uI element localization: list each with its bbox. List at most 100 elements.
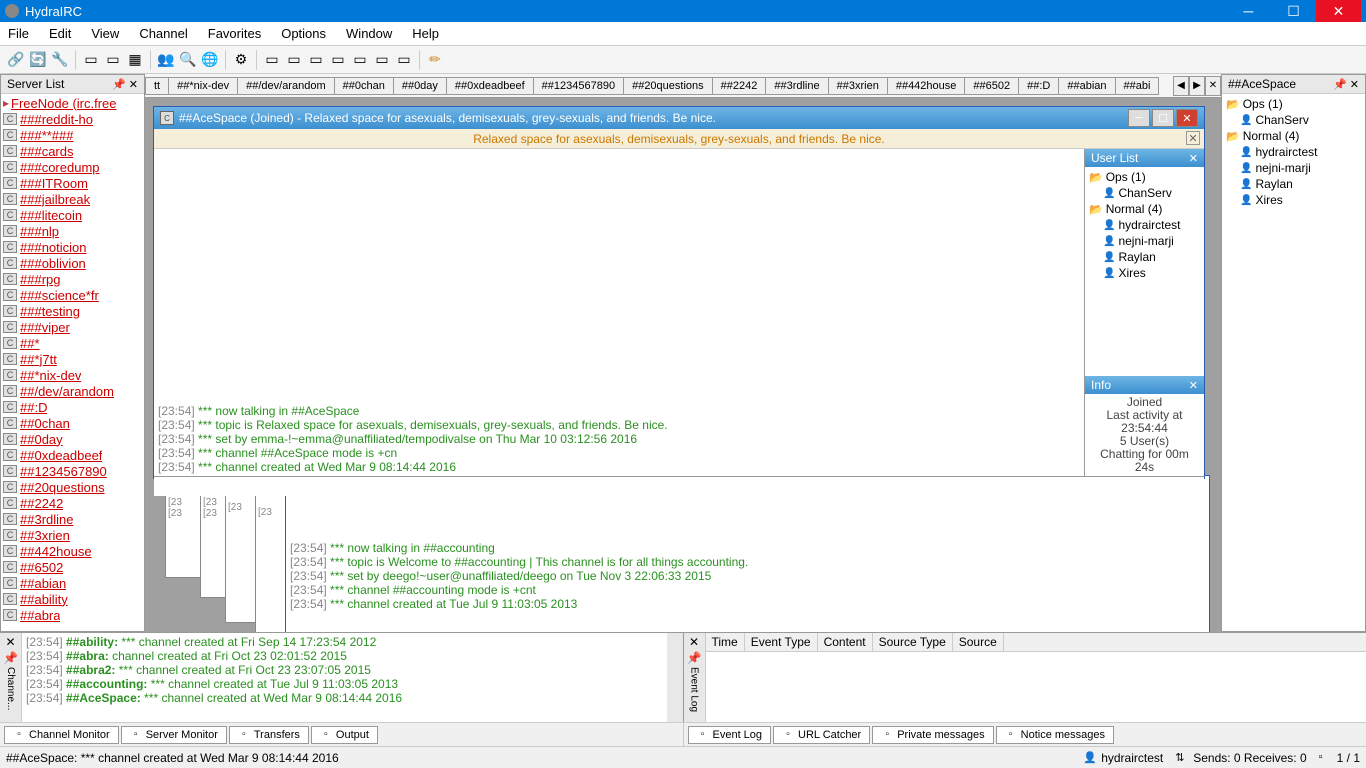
tb-icon[interactable]: ▭ bbox=[372, 50, 392, 70]
menu-options[interactable]: Options bbox=[281, 26, 326, 41]
tb-icon[interactable]: ▭ bbox=[394, 50, 414, 70]
channel-item[interactable]: C##1234567890 bbox=[1, 463, 144, 479]
user-item[interactable]: 👤Raylan bbox=[1224, 176, 1363, 192]
minimize-button[interactable]: ─ bbox=[1226, 0, 1271, 22]
channel-item[interactable]: C###ITRoom bbox=[1, 175, 144, 191]
tb-icon[interactable]: ▭ bbox=[262, 50, 282, 70]
tb-icon[interactable]: 🔍 bbox=[178, 50, 198, 70]
menu-file[interactable]: File bbox=[8, 26, 29, 41]
channel-item[interactable]: C###oblivion bbox=[1, 255, 144, 271]
channel-item[interactable]: C##/dev/arandom bbox=[1, 383, 144, 399]
user-item[interactable]: 👤nejni-marji bbox=[1087, 233, 1202, 249]
menu-edit[interactable]: Edit bbox=[49, 26, 71, 41]
chat-window-accounting[interactable]: [23:54] *** now talking in ##accounting[… bbox=[285, 475, 1210, 632]
chat-input[interactable] bbox=[154, 476, 1204, 496]
chatwin-titlebar[interactable]: C ##AceSpace (Joined) - Relaxed space fo… bbox=[154, 107, 1204, 129]
chatwin-close[interactable]: ✕ bbox=[1176, 109, 1198, 127]
channel-item[interactable]: C##0day bbox=[1, 431, 144, 447]
chatwin-minimize[interactable]: ─ bbox=[1128, 109, 1150, 127]
channel-item[interactable]: C##3rdline bbox=[1, 511, 144, 527]
channel-item[interactable]: C###jailbreak bbox=[1, 191, 144, 207]
channel-item[interactable]: C##2242 bbox=[1, 495, 144, 511]
channel-tab[interactable]: ##0xdeadbeef bbox=[446, 77, 534, 95]
column-header[interactable]: Time bbox=[706, 633, 745, 651]
channel-tab[interactable]: ##6502 bbox=[964, 77, 1019, 95]
normal-folder[interactable]: 📂Normal (4) bbox=[1087, 201, 1202, 217]
menu-window[interactable]: Window bbox=[346, 26, 392, 41]
tb-icon[interactable]: 🔗 bbox=[6, 50, 26, 70]
gutter-pin[interactable]: 📌 bbox=[687, 651, 702, 665]
channel-tab[interactable]: ##abian bbox=[1058, 77, 1115, 95]
bottom-tab[interactable]: ▫Server Monitor bbox=[121, 726, 227, 744]
bottom-tab[interactable]: ▫Notice messages bbox=[996, 726, 1114, 744]
pin-icon[interactable]: 📌 ✕ bbox=[1333, 78, 1359, 91]
channel-item[interactable]: C##abian bbox=[1, 575, 144, 591]
user-item[interactable]: 👤ChanServ bbox=[1224, 112, 1363, 128]
channel-item[interactable]: C###coredump bbox=[1, 159, 144, 175]
chatwin-maximize[interactable]: ☐ bbox=[1152, 109, 1174, 127]
channel-item[interactable]: C##0xdeadbeef bbox=[1, 447, 144, 463]
channel-item[interactable]: C##* bbox=[1, 335, 144, 351]
bottom-tab[interactable]: ▫Event Log bbox=[688, 726, 772, 744]
channel-item[interactable]: C##*nix-dev bbox=[1, 367, 144, 383]
ops-folder[interactable]: 📂Ops (1) bbox=[1224, 96, 1363, 112]
gutter-close[interactable]: ✕ bbox=[689, 635, 699, 649]
channel-item[interactable]: C##442house bbox=[1, 543, 144, 559]
tab-close[interactable]: ✕ bbox=[1205, 76, 1221, 96]
channel-item[interactable]: C##0chan bbox=[1, 415, 144, 431]
channel-tab[interactable]: ##0day bbox=[393, 77, 447, 95]
channel-item[interactable]: C##6502 bbox=[1, 559, 144, 575]
tb-icon[interactable]: 🔄 bbox=[28, 50, 48, 70]
channel-tab[interactable]: ##1234567890 bbox=[533, 77, 624, 95]
menu-favorites[interactable]: Favorites bbox=[208, 26, 261, 41]
tb-icon[interactable]: ▭ bbox=[81, 50, 101, 70]
channel-tab[interactable]: ##*nix-dev bbox=[168, 77, 238, 95]
gutter-pin[interactable]: 📌 bbox=[3, 651, 18, 665]
bottom-tab[interactable]: ▫Private messages bbox=[872, 726, 993, 744]
column-header[interactable]: Content bbox=[818, 633, 873, 651]
channel-tab[interactable]: ##3rdline bbox=[765, 77, 828, 95]
channel-item[interactable]: C###nlp bbox=[1, 223, 144, 239]
ops-folder[interactable]: 📂Ops (1) bbox=[1087, 169, 1202, 185]
channel-item[interactable]: C###noticion bbox=[1, 239, 144, 255]
channel-item[interactable]: C###science*fr bbox=[1, 287, 144, 303]
channel-item[interactable]: C##20questions bbox=[1, 479, 144, 495]
normal-folder[interactable]: 📂Normal (4) bbox=[1224, 128, 1363, 144]
tb-icon[interactable]: ▭ bbox=[306, 50, 326, 70]
tb-icon[interactable]: ▭ bbox=[284, 50, 304, 70]
channel-item[interactable]: C##ability bbox=[1, 591, 144, 607]
channel-tab[interactable]: ##0chan bbox=[334, 77, 394, 95]
menu-view[interactable]: View bbox=[91, 26, 119, 41]
user-item[interactable]: 👤Raylan bbox=[1087, 249, 1202, 265]
tb-icon[interactable]: ▦ bbox=[125, 50, 145, 70]
tab-scroll-left[interactable]: ◀ bbox=[1173, 76, 1189, 96]
tb-icon[interactable]: ▭ bbox=[350, 50, 370, 70]
userlist-close[interactable]: ✕ bbox=[1189, 152, 1198, 165]
channel-item[interactable]: C###viper bbox=[1, 319, 144, 335]
gutter-close[interactable]: ✕ bbox=[5, 635, 15, 649]
pin-icon[interactable]: 📌 ✕ bbox=[112, 78, 138, 91]
channel-item[interactable]: C##abra bbox=[1, 607, 144, 623]
info-close[interactable]: ✕ bbox=[1189, 379, 1198, 392]
channel-tab[interactable]: ##abi bbox=[1115, 77, 1160, 95]
tb-icon[interactable]: ▭ bbox=[328, 50, 348, 70]
channel-tab[interactable]: ##20questions bbox=[623, 77, 713, 95]
tab-scroll-right[interactable]: ▶ bbox=[1189, 76, 1205, 96]
maximize-button[interactable]: ☐ bbox=[1271, 0, 1316, 22]
scrollbar[interactable] bbox=[667, 633, 683, 722]
channel-item[interactable]: C##:D bbox=[1, 399, 144, 415]
bottom-tab[interactable]: ▫Transfers bbox=[229, 726, 309, 744]
channel-tab[interactable]: ##/dev/arandom bbox=[237, 77, 335, 95]
channel-tab[interactable]: tt bbox=[145, 77, 169, 95]
tb-icon[interactable]: 🌐 bbox=[200, 50, 220, 70]
channel-item[interactable]: C###rpg bbox=[1, 271, 144, 287]
channel-tab[interactable]: ##2242 bbox=[712, 77, 767, 95]
bottom-tab[interactable]: ▫Output bbox=[311, 726, 378, 744]
user-item[interactable]: 👤Xires bbox=[1224, 192, 1363, 208]
channel-tab[interactable]: ##442house bbox=[887, 77, 966, 95]
tb-icon[interactable]: ▭ bbox=[103, 50, 123, 70]
close-button[interactable]: ✕ bbox=[1316, 0, 1361, 22]
bottom-tab[interactable]: ▫Channel Monitor bbox=[4, 726, 119, 744]
channel-item[interactable]: C###reddit-ho bbox=[1, 111, 144, 127]
user-item[interactable]: 👤hydrairctest bbox=[1224, 144, 1363, 160]
